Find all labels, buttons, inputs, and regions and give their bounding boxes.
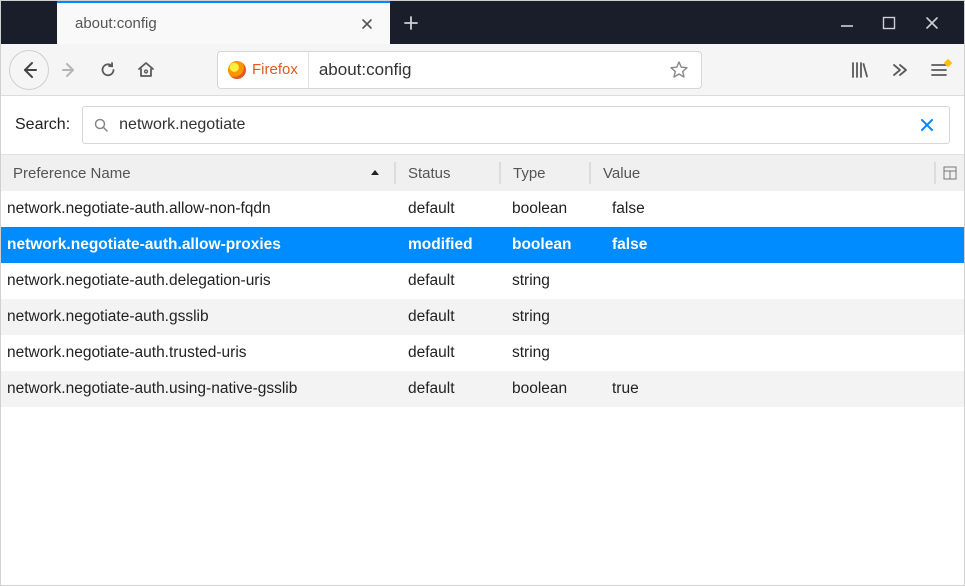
clear-search-icon[interactable]: [915, 113, 939, 137]
column-header-value-label: Value: [603, 165, 640, 182]
close-window-icon[interactable]: [924, 15, 940, 31]
table-row[interactable]: network.negotiate-auth.allow-non-fqdndef…: [1, 191, 964, 227]
url-text[interactable]: about:config: [309, 60, 657, 80]
home-button[interactable]: [129, 53, 163, 87]
search-icon: [93, 117, 109, 133]
back-button[interactable]: [9, 50, 49, 90]
close-tab-icon[interactable]: [356, 13, 378, 35]
browser-tab[interactable]: about:config: [57, 1, 390, 44]
cell-status: default: [408, 272, 512, 290]
column-header-name[interactable]: Preference Name: [1, 162, 396, 184]
forward-button[interactable]: [53, 53, 87, 87]
tab-title: about:config: [75, 15, 157, 32]
reload-button[interactable]: [91, 53, 125, 87]
cell-value: true: [612, 380, 964, 398]
window-controls: [840, 1, 964, 44]
cell-status: default: [408, 344, 512, 362]
column-header-status-label: Status: [408, 165, 451, 182]
overflow-button[interactable]: [882, 53, 916, 87]
column-header-type[interactable]: Type: [501, 162, 591, 184]
cell-type: string: [512, 272, 612, 290]
cell-pref-name: network.negotiate-auth.allow-proxies: [1, 236, 408, 254]
cell-type: boolean: [512, 236, 612, 254]
column-header-type-label: Type: [513, 165, 546, 182]
table-row[interactable]: network.negotiate-auth.trusted-urisdefau…: [1, 335, 964, 371]
search-input[interactable]: [117, 115, 907, 135]
search-label: Search:: [15, 116, 70, 134]
titlebar: about:config: [1, 1, 964, 44]
library-button[interactable]: [842, 53, 876, 87]
cell-pref-name: network.negotiate-auth.gsslib: [1, 308, 408, 326]
identity-box[interactable]: Firefox: [218, 52, 309, 88]
cell-type: boolean: [512, 380, 612, 398]
nav-toolbar: Firefox about:config: [1, 44, 964, 96]
sort-indicator-icon: [370, 169, 380, 177]
column-picker-icon[interactable]: [936, 166, 964, 180]
minimize-icon[interactable]: [840, 16, 854, 30]
column-header-name-label: Preference Name: [13, 165, 131, 182]
toolbar-right: [842, 53, 956, 87]
cell-value: false: [612, 200, 964, 218]
table-row[interactable]: network.negotiate-auth.allow-proxiesmodi…: [1, 227, 964, 263]
identity-label: Firefox: [252, 61, 298, 78]
cell-pref-name: network.negotiate-auth.using-native-gssl…: [1, 380, 408, 398]
cell-type: string: [512, 308, 612, 326]
cell-status: default: [408, 308, 512, 326]
pref-table: Preference Name Status Type Value networ…: [1, 154, 964, 407]
table-header: Preference Name Status Type Value: [1, 155, 964, 191]
cell-status: default: [408, 380, 512, 398]
cell-status: default: [408, 200, 512, 218]
cell-pref-name: network.negotiate-auth.allow-non-fqdn: [1, 200, 408, 218]
table-row[interactable]: network.negotiate-auth.delegation-urisde…: [1, 263, 964, 299]
bookmark-star-icon[interactable]: [657, 60, 701, 80]
cell-type: boolean: [512, 200, 612, 218]
cell-pref-name: network.negotiate-auth.trusted-uris: [1, 344, 408, 362]
column-header-value[interactable]: Value: [591, 162, 936, 184]
url-bar[interactable]: Firefox about:config: [217, 51, 702, 89]
new-tab-button[interactable]: [390, 1, 432, 44]
cell-status: modified: [408, 236, 512, 254]
menu-button[interactable]: [922, 53, 956, 87]
search-field[interactable]: [82, 106, 950, 144]
table-row[interactable]: network.negotiate-auth.gsslibdefaultstri…: [1, 299, 964, 335]
cell-value: false: [612, 236, 964, 254]
maximize-icon[interactable]: [882, 16, 896, 30]
config-search-bar: Search:: [1, 96, 964, 154]
firefox-logo-icon: [228, 61, 246, 79]
column-header-status[interactable]: Status: [396, 162, 501, 184]
cell-type: string: [512, 344, 612, 362]
table-row[interactable]: network.negotiate-auth.using-native-gssl…: [1, 371, 964, 407]
cell-pref-name: network.negotiate-auth.delegation-uris: [1, 272, 408, 290]
